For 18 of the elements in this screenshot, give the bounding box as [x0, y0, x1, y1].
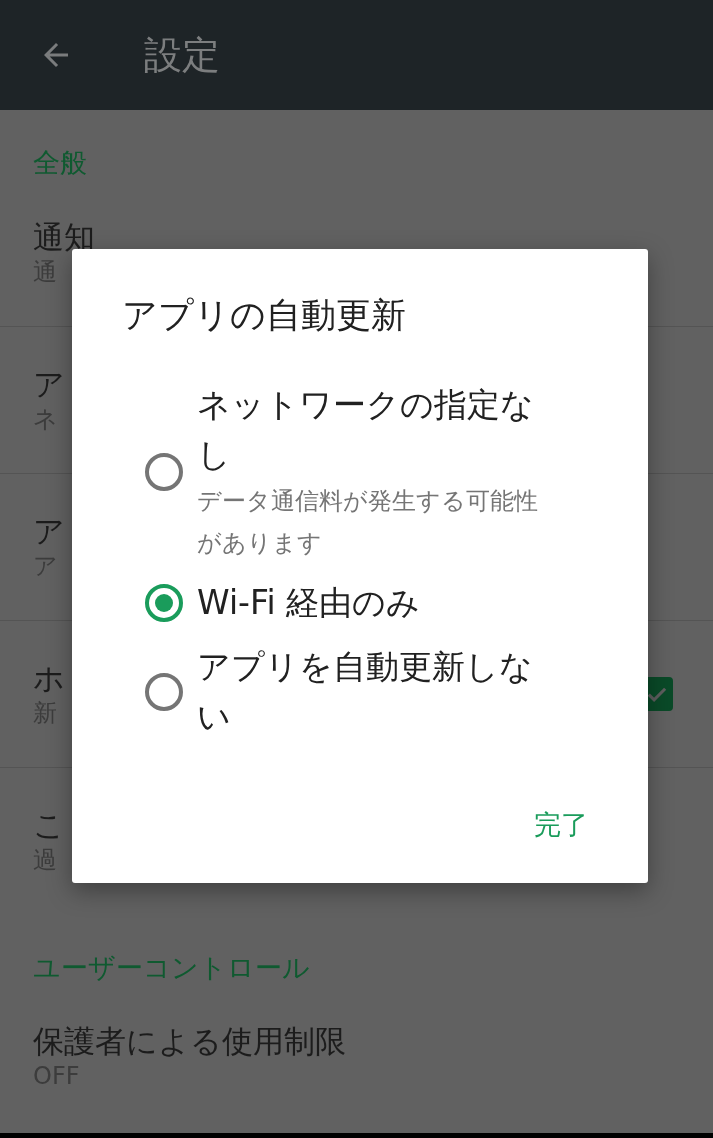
setting-title[interactable]: ア — [33, 364, 65, 403]
option-label[interactable]: ネットワークの指定なし — [197, 380, 557, 480]
option-label[interactable]: アプリを自動更新しない — [197, 642, 557, 742]
setting-title[interactable]: ホ — [33, 658, 65, 697]
section-header: 全般 — [33, 147, 87, 178]
setting-title[interactable]: こ — [33, 806, 65, 844]
option-label[interactable]: Wi-Fi 経由のみ — [197, 578, 421, 628]
radio-button[interactable] — [145, 584, 183, 622]
setting-title[interactable]: ア — [33, 511, 65, 550]
done-button[interactable]: 完了 — [524, 797, 598, 853]
section-header: ユーザーコントロール — [33, 952, 310, 983]
setting-title[interactable]: 通知 — [33, 217, 95, 256]
radio-button[interactable] — [145, 673, 183, 711]
screen-title: 設定 — [144, 31, 220, 79]
dialog-title: アプリの自動更新 — [122, 294, 406, 337]
option-description: データ通信料が発生する可能性があります — [197, 486, 539, 559]
radio-button[interactable] — [145, 453, 183, 491]
setting-title[interactable]: 保護者による使用制限 — [33, 1022, 346, 1060]
